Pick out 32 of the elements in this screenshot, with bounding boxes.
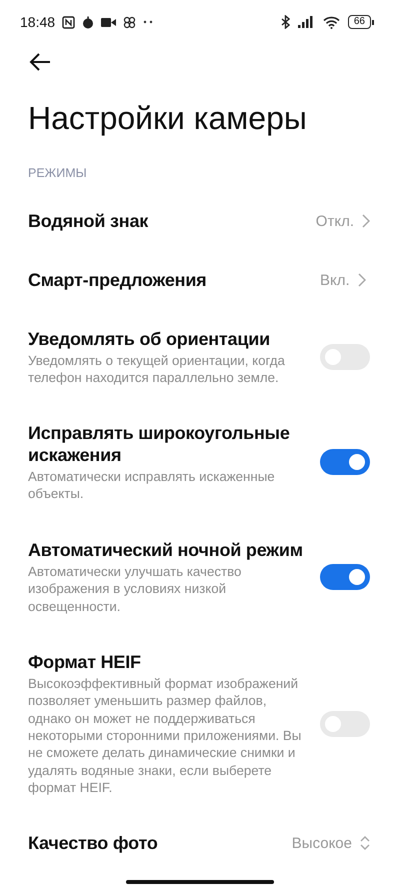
setting-value[interactable]: Откл.	[316, 212, 354, 230]
setting-description: Автоматически улучшать качество изображения в условиях низкой освещенности.	[28, 563, 242, 616]
setting-title: Качество фото	[28, 832, 159, 854]
back-button[interactable]	[28, 52, 52, 72]
more-dots-icon	[143, 20, 154, 24]
nfc-icon	[62, 16, 76, 28]
setting-title: Смарт-предложения	[28, 269, 208, 291]
setting-description: Высокоэффективный формат изображений позволяет уменьшить размер файлов, однако он может не поддерживаться некоторыми сторонними приложениями. Вы не сможете делать динамические снимки и удалять водяные знаки, если выберете формат HEIF.	[28, 675, 302, 796]
section-header: РЕЖИМЫ	[28, 166, 87, 180]
setting-title: Водяной знак	[28, 210, 150, 232]
setting-title: Формат HEIF	[28, 651, 142, 674]
fruit-icon	[82, 16, 94, 28]
setting-title: Исправлять широкоугольные искажения	[28, 422, 291, 466]
toggle-switch[interactable]	[320, 448, 370, 475]
setting-value[interactable]: Вкл.	[320, 272, 350, 288]
chevron-right-icon	[362, 214, 370, 228]
toggle-switch[interactable]	[320, 564, 370, 590]
status-time: 18:48	[20, 14, 56, 30]
bluetooth-icon	[280, 15, 290, 29]
setting-description: Уведомлять о текущей ориентации, когда телефон находится параллельно земле.	[28, 352, 286, 387]
fan-icon	[123, 16, 136, 28]
up-down-arrows-icon	[360, 835, 370, 852]
setting-title: Уведомлять об ориентации	[28, 328, 271, 350]
signal-icon	[298, 16, 315, 28]
setting-description: Автоматически исправлять искаженные объекты.	[28, 468, 276, 502]
wifi-icon	[322, 16, 340, 28]
video-camera-icon	[101, 16, 116, 28]
chevron-right-icon	[358, 273, 366, 287]
setting-value[interactable]: Высокое	[292, 834, 352, 852]
page-title: Настройки камеры	[28, 99, 307, 138]
setting-title: Автоматический ночной режим	[28, 539, 304, 562]
battery-indicator: 66	[348, 15, 371, 29]
